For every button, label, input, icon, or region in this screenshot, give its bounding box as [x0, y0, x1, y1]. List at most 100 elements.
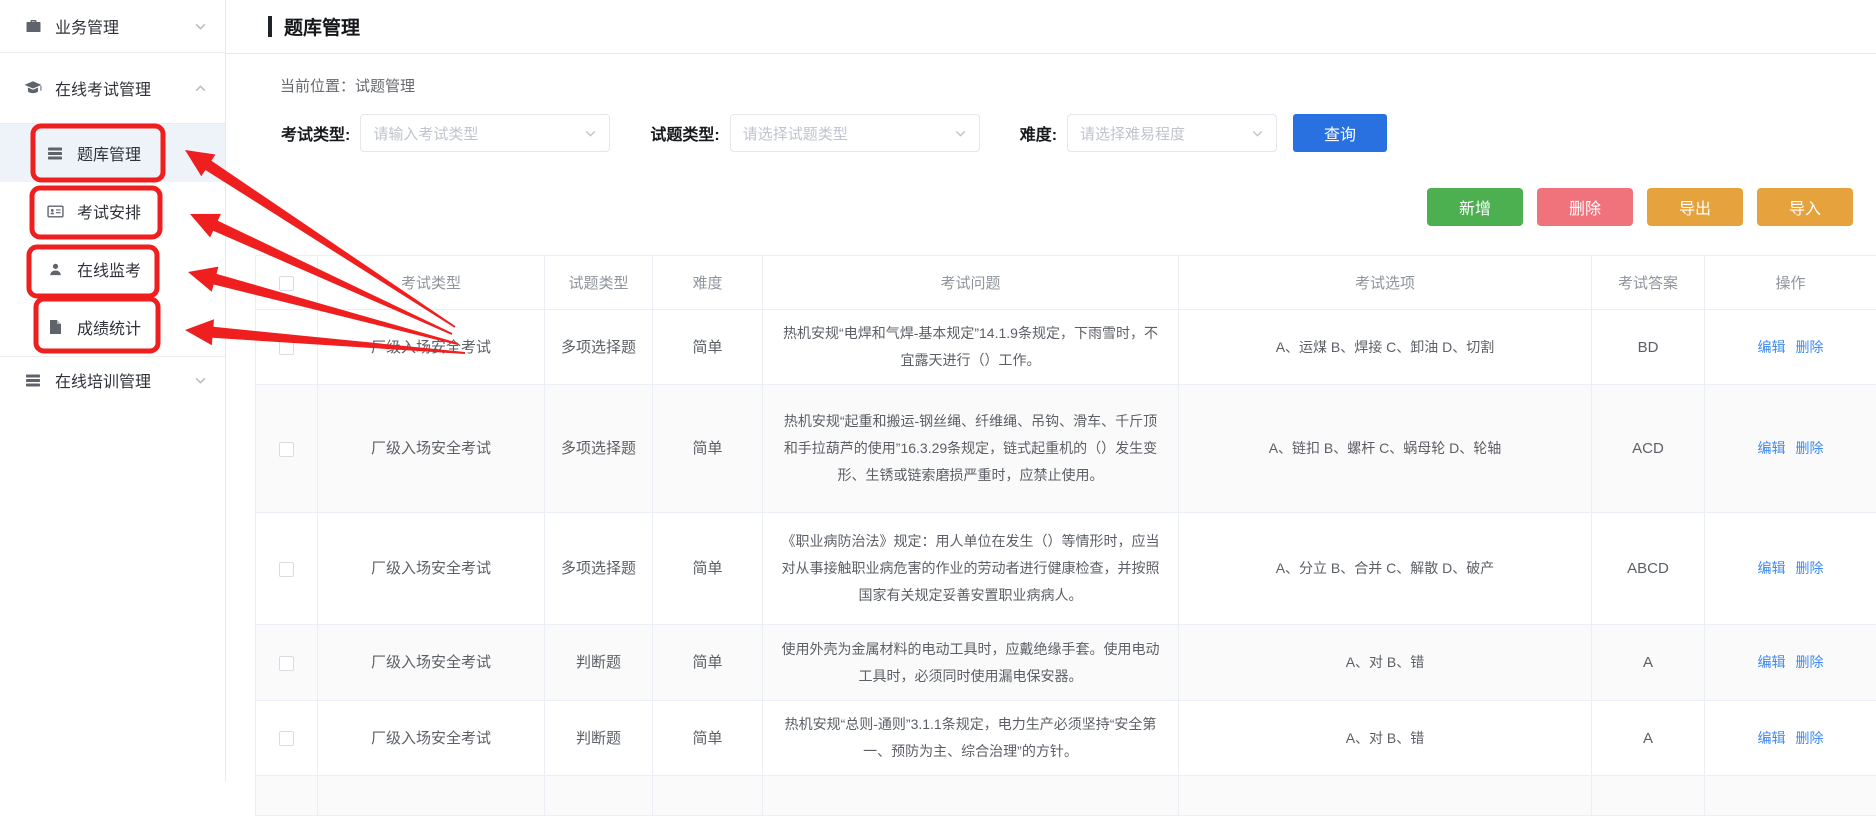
- cell-question: 《职业病防治法》规定：用人单位在发生（）等情形时，应当对从事接触职业病危害的作业…: [763, 513, 1179, 625]
- breadcrumb: 当前位置：试题管理: [226, 75, 1876, 96]
- cell-answer: ABCD: [1592, 513, 1705, 625]
- column-header-difficulty: 难度: [653, 256, 763, 310]
- difficulty-select[interactable]: 请选择难易程度: [1067, 114, 1277, 152]
- column-header-options: 考试选项: [1179, 256, 1592, 310]
- exam-type-placeholder: 请输入考试类型: [373, 123, 584, 144]
- question-table-container: 考试类型 试题类型 难度 考试问题 考试选项 考试答案 操作 厂级入场安全考试 …: [226, 255, 1876, 816]
- id-card-icon: [46, 203, 64, 219]
- title-accent-bar: [268, 16, 272, 37]
- delete-link[interactable]: 删除: [1796, 654, 1824, 670]
- table-row-partial: [256, 776, 1876, 816]
- cell-options: A、运煤 B、焊接 C、卸油 D、切割: [1179, 310, 1592, 385]
- delete-link[interactable]: 删除: [1796, 339, 1824, 355]
- cell-options: A、对 B、错: [1179, 701, 1592, 776]
- app-root: 业务管理 在线考试管理 题库管理 考试安排: [0, 0, 1876, 781]
- delete-link[interactable]: 删除: [1796, 440, 1824, 456]
- sidebar-item-label: 考试安排: [77, 199, 141, 223]
- edit-link[interactable]: 编辑: [1758, 560, 1786, 576]
- search-button[interactable]: 查询: [1293, 114, 1387, 152]
- table-row: 厂级入场安全考试 判断题 简单 使用外壳为金属材料的电动工具时，应戴绝缘手套。使…: [256, 625, 1876, 701]
- stacked-bars-icon: [46, 145, 64, 161]
- sidebar-item-business-management[interactable]: 业务管理: [0, 0, 225, 52]
- filter-label-difficulty: 难度:: [1020, 121, 1057, 145]
- toolbar: 新增 删除 导出 导入: [226, 188, 1876, 226]
- cell-answer: BD: [1592, 310, 1705, 385]
- row-checkbox[interactable]: [279, 731, 294, 746]
- cell-question-type: 多项选择题: [545, 513, 653, 625]
- question-type-placeholder: 请选择试题类型: [743, 123, 954, 144]
- cell-question-type: 判断题: [545, 625, 653, 701]
- filter-bar: 考试类型: 请输入考试类型 试题类型: 请选择试题类型 难度: 请选择难易程度: [226, 114, 1876, 152]
- stacked-bars-icon: [24, 372, 42, 388]
- sidebar-item-score-statistics[interactable]: 成绩统计: [0, 298, 225, 356]
- sidebar: 业务管理 在线考试管理 题库管理 考试安排: [0, 0, 226, 781]
- cell-question-type: 多项选择题: [545, 310, 653, 385]
- cell-difficulty: 简单: [653, 513, 763, 625]
- row-checkbox[interactable]: [279, 562, 294, 577]
- add-button[interactable]: 新增: [1427, 188, 1523, 226]
- question-type-select[interactable]: 请选择试题类型: [730, 114, 980, 152]
- cell-options: A、分立 B、合并 C、解散 D、破产: [1179, 513, 1592, 625]
- cell-question: 使用外壳为金属材料的电动工具时，应戴绝缘手套。使用电动工具时，必须同时使用漏电保…: [763, 625, 1179, 701]
- sidebar-item-label: 成绩统计: [77, 315, 141, 339]
- cell-answer: ACD: [1592, 385, 1705, 513]
- difficulty-placeholder: 请选择难易程度: [1080, 123, 1251, 144]
- cell-question: 热机安规“电焊和气焊-基本规定”14.1.9条规定，下雨雪时，不宜露天进行（）工…: [763, 310, 1179, 385]
- page-header: 题库管理: [268, 13, 1876, 40]
- chevron-down-icon: [1251, 127, 1264, 140]
- cell-exam-type: 厂级入场安全考试: [318, 625, 545, 701]
- briefcase-icon: [24, 18, 42, 34]
- cell-answer: A: [1592, 625, 1705, 701]
- table-row: 厂级入场安全考试 多项选择题 简单 热机安规“电焊和气焊-基本规定”14.1.9…: [256, 310, 1876, 385]
- cell-exam-type: 厂级入场安全考试: [318, 310, 545, 385]
- cell-options: A、链扣 B、螺杆 C、蜗母轮 D、轮轴: [1179, 385, 1592, 513]
- cell-question: 热机安规“总则-通则”3.1.1条规定，电力生产必须坚持“安全第一、预防为主、综…: [763, 701, 1179, 776]
- column-header-exam-type: 考试类型: [318, 256, 545, 310]
- sidebar-item-label: 在线监考: [77, 257, 141, 281]
- export-button[interactable]: 导出: [1647, 188, 1743, 226]
- cell-difficulty: 简单: [653, 310, 763, 385]
- edit-link[interactable]: 编辑: [1758, 654, 1786, 670]
- question-table: 考试类型 试题类型 难度 考试问题 考试选项 考试答案 操作 厂级入场安全考试 …: [255, 255, 1876, 816]
- filter-label-question-type: 试题类型:: [650, 121, 719, 145]
- table-header-row: 考试类型 试题类型 难度 考试问题 考试选项 考试答案 操作: [256, 256, 1876, 310]
- chevron-down-icon: [584, 127, 597, 140]
- main-content: 题库管理 当前位置：试题管理 考试类型: 请输入考试类型 试题类型: 请选择试题…: [226, 0, 1876, 781]
- row-checkbox[interactable]: [279, 656, 294, 671]
- cell-options: A、对 B、错: [1179, 625, 1592, 701]
- sidebar-item-question-bank-management[interactable]: 题库管理: [0, 124, 225, 182]
- sidebar-item-online-training-management[interactable]: 在线培训管理: [0, 357, 225, 403]
- row-checkbox[interactable]: [279, 442, 294, 457]
- cell-exam-type: 厂级入场安全考试: [318, 701, 545, 776]
- column-header-question-type: 试题类型: [545, 256, 653, 310]
- sidebar-item-online-exam-management[interactable]: 在线考试管理: [0, 53, 225, 123]
- delete-button[interactable]: 删除: [1537, 188, 1633, 226]
- edit-link[interactable]: 编辑: [1758, 730, 1786, 746]
- edit-link[interactable]: 编辑: [1758, 339, 1786, 355]
- column-header-question: 考试问题: [763, 256, 1179, 310]
- delete-link[interactable]: 删除: [1796, 560, 1824, 576]
- chevron-down-icon: [194, 374, 207, 387]
- sidebar-item-online-proctoring[interactable]: 在线监考: [0, 240, 225, 298]
- edit-link[interactable]: 编辑: [1758, 440, 1786, 456]
- cell-question-type: 判断题: [545, 701, 653, 776]
- graduation-cap-icon: [24, 80, 42, 96]
- sidebar-item-exam-schedule[interactable]: 考试安排: [0, 182, 225, 240]
- document-icon: [46, 319, 64, 335]
- cell-answer: A: [1592, 701, 1705, 776]
- cell-question: 热机安规“起重和搬运-钢丝绳、纤维绳、吊钩、滑车、千斤顶和手拉葫芦的使用”16.…: [763, 385, 1179, 513]
- cell-question-type: 多项选择题: [545, 385, 653, 513]
- delete-link[interactable]: 删除: [1796, 730, 1824, 746]
- import-button[interactable]: 导入: [1757, 188, 1853, 226]
- select-all-checkbox[interactable]: [279, 276, 294, 291]
- header-divider: [226, 53, 1876, 54]
- sidebar-item-label: 在线考试管理: [55, 76, 151, 100]
- exam-type-select[interactable]: 请输入考试类型: [360, 114, 610, 152]
- row-checkbox[interactable]: [279, 340, 294, 355]
- cell-difficulty: 简单: [653, 701, 763, 776]
- column-header-operation: 操作: [1705, 256, 1876, 310]
- user-icon: [46, 261, 64, 277]
- table-row: 厂级入场安全考试 多项选择题 简单 《职业病防治法》规定：用人单位在发生（）等情…: [256, 513, 1876, 625]
- table-row: 厂级入场安全考试 判断题 简单 热机安规“总则-通则”3.1.1条规定，电力生产…: [256, 701, 1876, 776]
- sidebar-item-label: 业务管理: [55, 14, 119, 38]
